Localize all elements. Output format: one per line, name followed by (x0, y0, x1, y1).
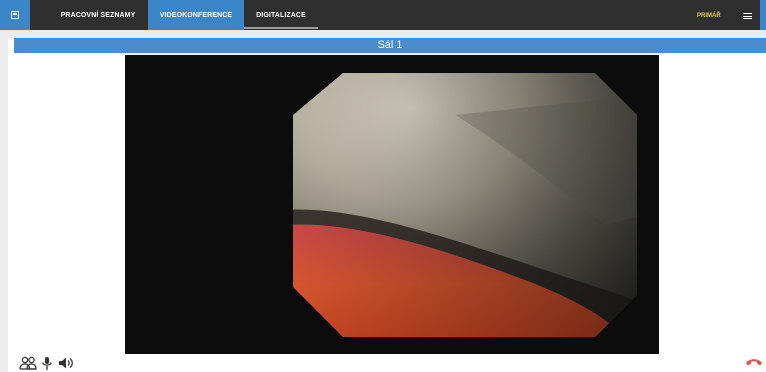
tab-hover-underline (244, 27, 318, 29)
window-icon (11, 11, 19, 19)
toolbar-spacer (0, 30, 766, 38)
speaker-icon[interactable] (58, 356, 74, 370)
participants-icon[interactable] (19, 356, 37, 370)
tab-digitalization[interactable]: DIGITALIZACE (244, 0, 318, 30)
room-title: Sál 1 (14, 38, 766, 53)
endoscope-video-frame (293, 73, 637, 337)
video-stream[interactable] (125, 55, 659, 354)
left-gutter (0, 38, 8, 372)
hangup-icon[interactable] (745, 357, 763, 367)
microphone-icon[interactable] (41, 356, 53, 371)
tab-videoconference[interactable]: VIDEOKONFERENCE (148, 0, 244, 30)
app-menu-button[interactable] (0, 0, 30, 30)
hamburger-menu-icon[interactable] (743, 13, 752, 19)
top-navigation-bar: PRACOVNÍ SEZNAMY VIDEOKONFERENCE DIGITAL… (0, 0, 766, 30)
tab-worklists[interactable]: PRACOVNÍ SEZNAMY (48, 0, 148, 30)
right-panel-toggle[interactable] (760, 0, 766, 30)
user-role-label[interactable]: PRIMÁŘ (697, 0, 721, 30)
